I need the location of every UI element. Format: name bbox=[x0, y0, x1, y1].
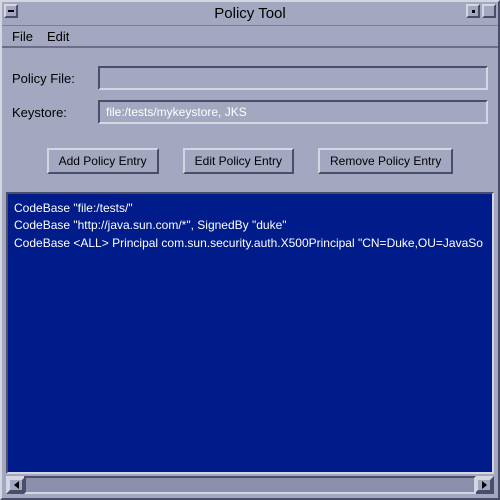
window-menu-icon[interactable] bbox=[4, 4, 18, 18]
horizontal-scrollbar[interactable] bbox=[6, 476, 494, 494]
policy-tool-window: Policy Tool File Edit Policy File: Keyst… bbox=[0, 0, 500, 500]
triangle-left-icon bbox=[14, 481, 19, 489]
list-item[interactable]: CodeBase <ALL> Principal com.sun.securit… bbox=[14, 235, 486, 252]
keystore-input[interactable] bbox=[98, 100, 488, 124]
remove-policy-entry-button[interactable]: Remove Policy Entry bbox=[318, 148, 453, 174]
menu-file[interactable]: File bbox=[12, 29, 33, 44]
maximize-button[interactable] bbox=[482, 4, 496, 18]
policy-file-label: Policy File: bbox=[12, 71, 98, 86]
edit-policy-entry-button[interactable]: Edit Policy Entry bbox=[183, 148, 294, 174]
keystore-label: Keystore: bbox=[12, 105, 98, 120]
add-policy-entry-button[interactable]: Add Policy Entry bbox=[47, 148, 159, 174]
policy-list[interactable]: CodeBase "file:/tests/" CodeBase "http:/… bbox=[6, 192, 494, 474]
triangle-right-icon bbox=[482, 481, 487, 489]
titlebar: Policy Tool bbox=[2, 2, 498, 26]
policy-file-row: Policy File: bbox=[12, 66, 488, 90]
form-area: Policy File: Keystore: Add Policy Entry … bbox=[2, 48, 498, 192]
scroll-left-button[interactable] bbox=[8, 478, 24, 492]
button-row: Add Policy Entry Edit Policy Entry Remov… bbox=[12, 134, 488, 184]
policy-file-input[interactable] bbox=[98, 66, 488, 90]
window-title: Policy Tool bbox=[214, 5, 285, 22]
scroll-right-button[interactable] bbox=[476, 478, 492, 492]
list-item[interactable]: CodeBase "file:/tests/" bbox=[14, 200, 486, 217]
policy-list-area: CodeBase "file:/tests/" CodeBase "http:/… bbox=[6, 192, 494, 494]
minimize-button[interactable] bbox=[466, 4, 480, 18]
menubar: File Edit bbox=[2, 26, 498, 48]
keystore-row: Keystore: bbox=[12, 100, 488, 124]
scroll-track[interactable] bbox=[24, 476, 476, 494]
menu-edit[interactable]: Edit bbox=[47, 29, 69, 44]
list-item[interactable]: CodeBase "http://java.sun.com/*", Signed… bbox=[14, 217, 486, 234]
